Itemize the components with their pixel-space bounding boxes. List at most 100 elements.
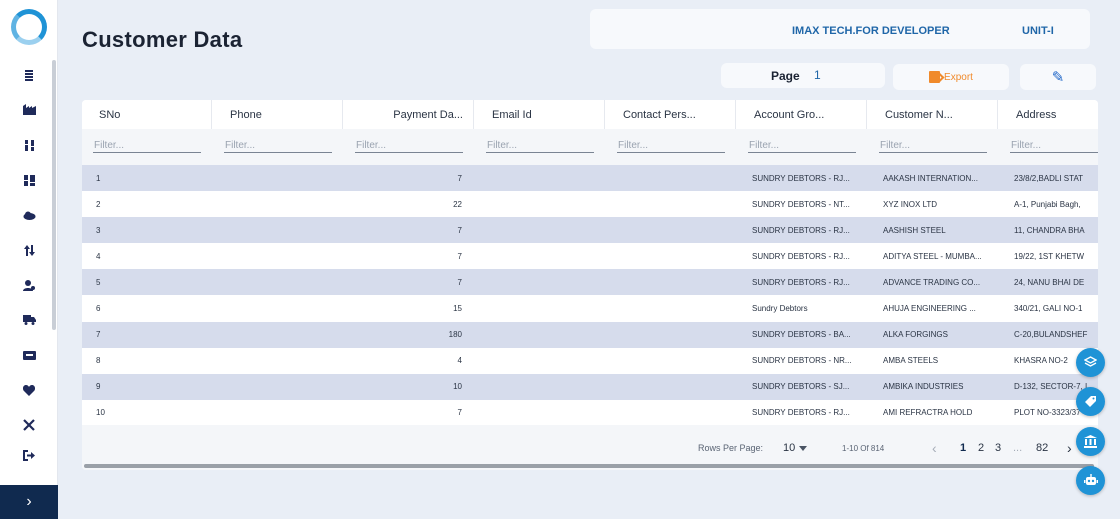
- cell-phone: [227, 217, 327, 243]
- page-number-input[interactable]: [808, 65, 878, 85]
- user-gear-icon[interactable]: [22, 278, 36, 292]
- cell-account-group: SUNDRY DEBTORS - BA...: [752, 330, 851, 340]
- column-header-address[interactable]: Address: [999, 100, 1098, 129]
- table-row[interactable]: 2 22 SUNDRY DEBTORS - NT... XYZ INOX LTD A-1…: [82, 191, 1098, 218]
- cell-email: [489, 322, 589, 348]
- rows-per-page-select[interactable]: 10: [783, 442, 808, 454]
- page-button-2[interactable]: 2: [978, 442, 984, 454]
- cell-email: [489, 243, 589, 269]
- company-name[interactable]: IMAX TECH.FOR DEVELOPER: [792, 25, 950, 37]
- cell-account-group: SUNDRY DEBTORS - RJ...: [752, 225, 850, 235]
- cell-payment: 22: [453, 199, 462, 209]
- column-header-sno[interactable]: SNo: [82, 100, 212, 129]
- filter-payment[interactable]: [355, 139, 463, 153]
- cell-email: [489, 400, 589, 426]
- tools-icon[interactable]: [22, 138, 36, 152]
- cell-address: C-20,BULANDSHEF: [1014, 330, 1088, 340]
- column-header-payment[interactable]: Payment Da...: [344, 100, 474, 129]
- cell-sno: 4: [96, 251, 101, 261]
- cell-email: [489, 269, 589, 295]
- cell-contact: [620, 348, 720, 374]
- cell-email: [489, 374, 589, 400]
- filter-sno[interactable]: [93, 139, 201, 153]
- sidebar-scrollbar[interactable]: [52, 60, 56, 330]
- cell-phone: [227, 269, 327, 295]
- page-button-3[interactable]: 3: [995, 442, 1001, 454]
- tag-fab-button[interactable]: [1076, 387, 1105, 416]
- export-button[interactable]: Export: [893, 64, 1009, 90]
- cell-customer-name: ALKA FORGINGS: [883, 330, 948, 340]
- table-row[interactable]: 10 7 SUNDRY DEBTORS - RJ... AMI REFRACTRA H…: [82, 399, 1098, 426]
- table-row[interactable]: 4 7 SUNDRY DEBTORS - RJ... ADITYA STEEL - M…: [82, 243, 1098, 270]
- cell-email: [489, 348, 589, 374]
- unit-name[interactable]: UNIT-I: [1022, 25, 1054, 37]
- filter-customer-name[interactable]: [879, 139, 987, 153]
- menu-list-icon[interactable]: [22, 68, 36, 82]
- pencil-icon: ✎: [1051, 69, 1065, 86]
- cloud-icon[interactable]: [22, 208, 36, 222]
- heart-icon[interactable]: [22, 383, 36, 397]
- chevron-down-icon: [799, 445, 808, 451]
- app-logo[interactable]: [11, 9, 47, 45]
- table-row[interactable]: 9 10 SUNDRY DEBTORS - SJ... AMBIKA INDUSTRI…: [82, 373, 1098, 400]
- cell-phone: [227, 374, 327, 400]
- cell-contact: [620, 322, 720, 348]
- filter-row: [82, 129, 1098, 165]
- cell-sno: 1: [96, 173, 101, 183]
- cell-customer-name: AHUJA ENGINEERING ...: [883, 304, 976, 313]
- table-row[interactable]: 5 7 SUNDRY DEBTORS - RJ... ADVANCE TRADING …: [82, 269, 1098, 296]
- cell-address: 340/21, GALI NO-1: [1014, 304, 1083, 313]
- table-row[interactable]: 7 180 SUNDRY DEBTORS - BA... ALKA FORGINGS C…: [82, 321, 1098, 348]
- filter-account-group[interactable]: [748, 139, 856, 153]
- filter-address[interactable]: [1010, 139, 1098, 153]
- table-row[interactable]: 8 4 SUNDRY DEBTORS - NR... AMBA STEELS KHASR…: [82, 347, 1098, 374]
- wrench-icon[interactable]: [22, 418, 36, 432]
- table-row[interactable]: 6 15 Sundry Debtors AHUJA ENGINEERING ... 34…: [82, 295, 1098, 322]
- column-header-contact[interactable]: Contact Pers...: [606, 100, 736, 129]
- cell-phone: [227, 165, 327, 191]
- prev-page-button[interactable]: ‹: [932, 440, 937, 456]
- column-header-customer-name[interactable]: Customer N...: [868, 100, 998, 129]
- edit-button[interactable]: ✎: [1020, 64, 1096, 90]
- page-button-last[interactable]: 82: [1036, 442, 1048, 454]
- transfer-icon[interactable]: [22, 243, 36, 257]
- cell-sno: 8: [96, 356, 101, 366]
- table-row[interactable]: 1 7 SUNDRY DEBTORS - RJ... AAKASH INTERNATI…: [82, 165, 1098, 191]
- cell-payment: 7: [457, 251, 462, 261]
- next-page-button[interactable]: ›: [1067, 440, 1072, 456]
- cell-customer-name: AMBA STEELS: [883, 356, 939, 366]
- cell-customer-name: AMBIKA INDUSTRIES: [883, 382, 964, 392]
- logout-icon[interactable]: [22, 448, 36, 462]
- factory-icon[interactable]: [22, 102, 36, 116]
- warehouse-icon[interactable]: [22, 173, 36, 187]
- column-header-email[interactable]: Email Id: [475, 100, 605, 129]
- cell-customer-name: AAKASH INTERNATION...: [883, 173, 978, 183]
- cell-phone: [227, 191, 327, 217]
- cell-contact: [620, 191, 720, 217]
- truck-icon[interactable]: [22, 313, 36, 327]
- table-header: SNo Phone Payment Da... Email Id Contact…: [82, 100, 1098, 129]
- column-header-account-group[interactable]: Account Gro...: [737, 100, 867, 129]
- layers-fab-button[interactable]: [1076, 348, 1105, 377]
- rows-per-page-value: 10: [783, 442, 796, 454]
- page-label: Page: [771, 69, 800, 83]
- robot-fab-button[interactable]: [1076, 466, 1105, 495]
- filter-contact[interactable]: [617, 139, 725, 153]
- sidebar-expand-button[interactable]: ›: [0, 485, 58, 519]
- column-header-phone[interactable]: Phone: [213, 100, 343, 129]
- table-row[interactable]: 3 7 SUNDRY DEBTORS - RJ... AASHISH STEEL 11,…: [82, 217, 1098, 244]
- badge-icon[interactable]: [22, 348, 36, 362]
- horizontal-scrollbar[interactable]: [84, 464, 1094, 468]
- page-button-1[interactable]: 1: [960, 442, 966, 454]
- cell-account-group: SUNDRY DEBTORS - RJ...: [752, 277, 850, 287]
- bank-icon: [1084, 435, 1097, 448]
- filter-phone[interactable]: [224, 139, 332, 153]
- bank-fab-button[interactable]: [1076, 427, 1105, 456]
- cell-payment: 7: [457, 225, 462, 235]
- cell-address: 19/22, 1ST KHETW: [1014, 251, 1085, 261]
- filter-email[interactable]: [486, 139, 594, 153]
- cell-account-group: SUNDRY DEBTORS - RJ...: [752, 408, 850, 418]
- cell-payment: 7: [457, 173, 462, 183]
- cell-address: 24, NANU BHAI DE: [1014, 277, 1085, 287]
- cell-customer-name: AMI REFRACTRA HOLD: [883, 408, 973, 418]
